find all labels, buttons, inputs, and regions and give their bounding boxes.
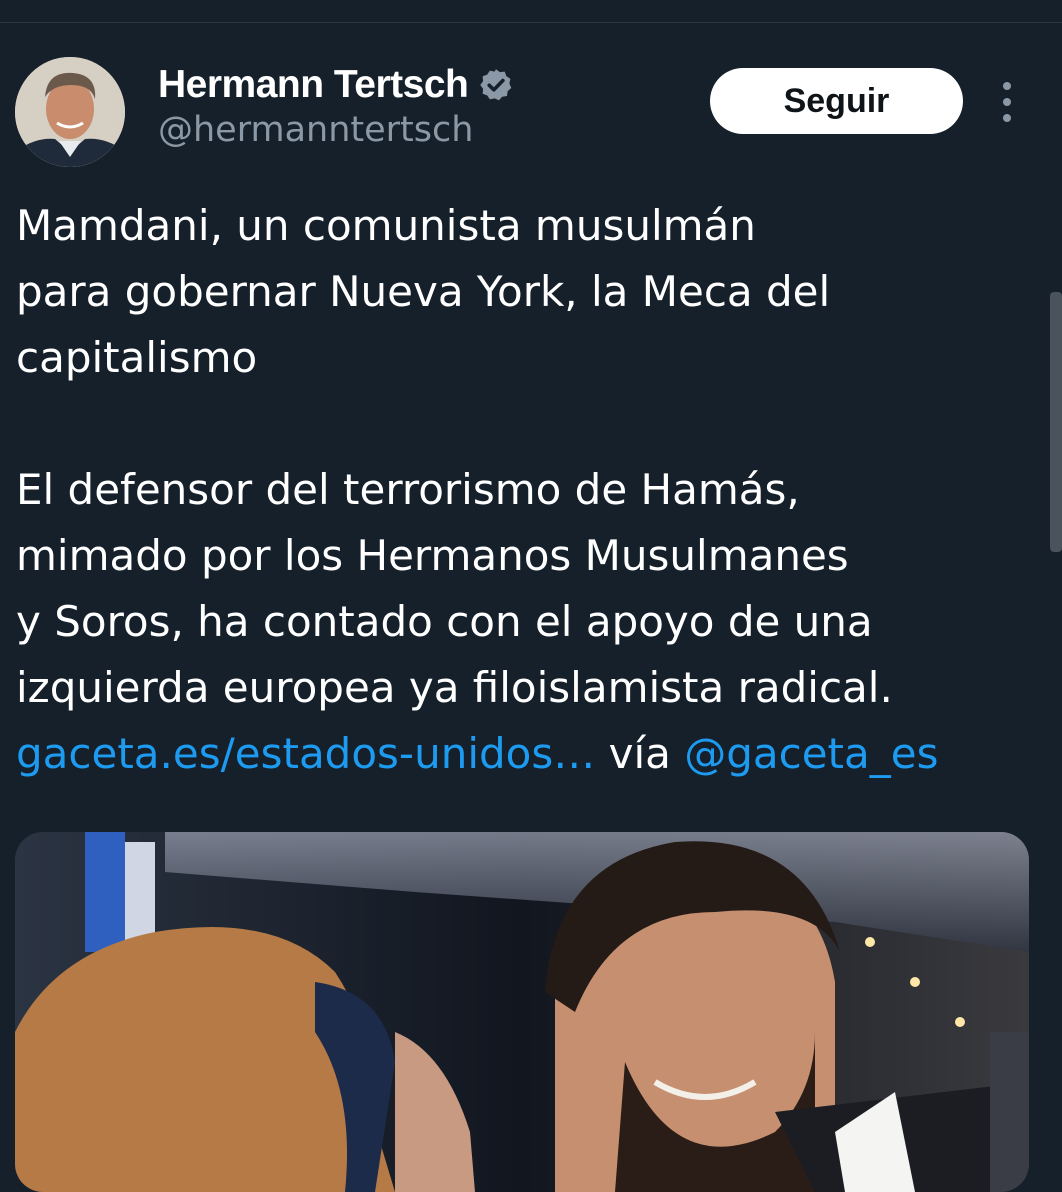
tweet-link-line: gaceta.es/estados-unidos… vía @gaceta_es (16, 721, 1036, 787)
more-dot (1003, 98, 1011, 106)
tweet-text-line: mimado por los Hermanos Musulmanes (16, 531, 849, 580)
tweet-text-line: izquierda europea ya filoislamista radic… (16, 663, 893, 712)
scrollbar-thumb[interactable] (1050, 292, 1062, 552)
verified-badge-icon (480, 69, 512, 101)
tweet-text-line: El defensor del terrorismo de Hamás, (16, 465, 800, 514)
avatar-photo (15, 57, 125, 167)
top-divider (0, 22, 1062, 23)
via-mention-link[interactable]: @gaceta_es (684, 729, 938, 778)
author-handle[interactable]: @hermanntertsch (158, 110, 473, 150)
author-display-name[interactable]: Hermann Tertsch (158, 63, 469, 107)
tweet-text-line: capitalismo (16, 333, 258, 382)
author-name-row: Hermann Tertsch (158, 60, 514, 110)
tweet-text-line: para gobernar Nueva York, la Meca del (16, 267, 831, 316)
tweet-text-line: y Soros, ha contado con el apoyo de una (16, 597, 873, 646)
more-dot (1003, 82, 1011, 90)
author-avatar[interactable] (15, 57, 125, 167)
follow-button[interactable]: Seguir (710, 68, 963, 134)
media-photo (15, 832, 1029, 1192)
tweet-text-line: Mamdani, un comunista musulmán (16, 201, 756, 250)
more-dot (1003, 114, 1011, 122)
via-text: vía (595, 729, 685, 778)
tweet-media-image[interactable] (15, 832, 1029, 1192)
article-link[interactable]: gaceta.es/estados-unidos… (16, 729, 595, 778)
tweet-text: Mamdani, un comunista musulmán para gobe… (16, 193, 1036, 787)
more-vertical-icon[interactable] (992, 80, 1022, 124)
